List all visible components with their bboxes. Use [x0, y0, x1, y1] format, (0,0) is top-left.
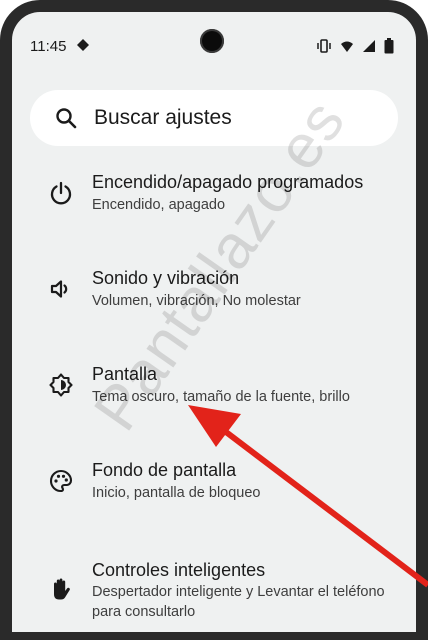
- settings-item-sound[interactable]: Sonido y vibración Volumen, vibración, N…: [12, 258, 416, 338]
- brightness-icon: [48, 372, 74, 398]
- item-subtitle: Tema oscuro, tamaño de la fuente, brillo: [92, 389, 350, 405]
- phone-frame: 11:45 Buscar ajustes Encendido/apagado p…: [0, 0, 428, 640]
- item-subtitle: Despertador inteligente y Levantar el te…: [92, 584, 385, 620]
- settings-item-smart-controls[interactable]: Controles inteligentes Despertador intel…: [12, 546, 416, 632]
- item-title: Fondo de pantalla: [92, 460, 237, 480]
- power-icon: [48, 180, 74, 206]
- vibrate-icon: [316, 39, 332, 58]
- cell-signal-icon: [362, 39, 376, 58]
- item-title: Pantalla: [92, 364, 158, 384]
- status-time: 11:45: [30, 38, 67, 55]
- item-subtitle: Encendido, apagado: [92, 197, 226, 213]
- settings-item-wallpaper[interactable]: Fondo de pantalla Inicio, pantalla de bl…: [12, 450, 416, 530]
- status-bar: 11:45: [12, 12, 416, 56]
- item-subtitle: Volumen, vibración, No molestar: [92, 293, 301, 309]
- settings-item-display[interactable]: Pantalla Tema oscuro, tamaño de la fuent…: [12, 354, 416, 434]
- signal-icon: [340, 39, 354, 58]
- settings-screen: 11:45 Buscar ajustes Encendido/apagado p…: [12, 12, 416, 632]
- search-icon: [54, 106, 78, 130]
- search-input[interactable]: Buscar ajustes: [94, 106, 232, 130]
- notification-icon: [76, 38, 90, 57]
- palette-icon: [48, 468, 74, 494]
- item-title: Encendido/apagado programados: [92, 172, 364, 192]
- settings-item-power-schedule[interactable]: Encendido/apagado programados Encendido,…: [12, 162, 416, 242]
- search-bar[interactable]: Buscar ajustes: [30, 90, 398, 146]
- status-icons: [316, 38, 394, 59]
- battery-icon: [384, 38, 394, 59]
- front-camera: [200, 29, 224, 53]
- item-title: Sonido y vibración: [92, 268, 240, 288]
- item-subtitle: Inicio, pantalla de bloqueo: [92, 485, 261, 501]
- item-title: Controles inteligentes: [92, 560, 266, 580]
- hand-icon: [48, 576, 74, 602]
- volume-icon: [48, 276, 74, 302]
